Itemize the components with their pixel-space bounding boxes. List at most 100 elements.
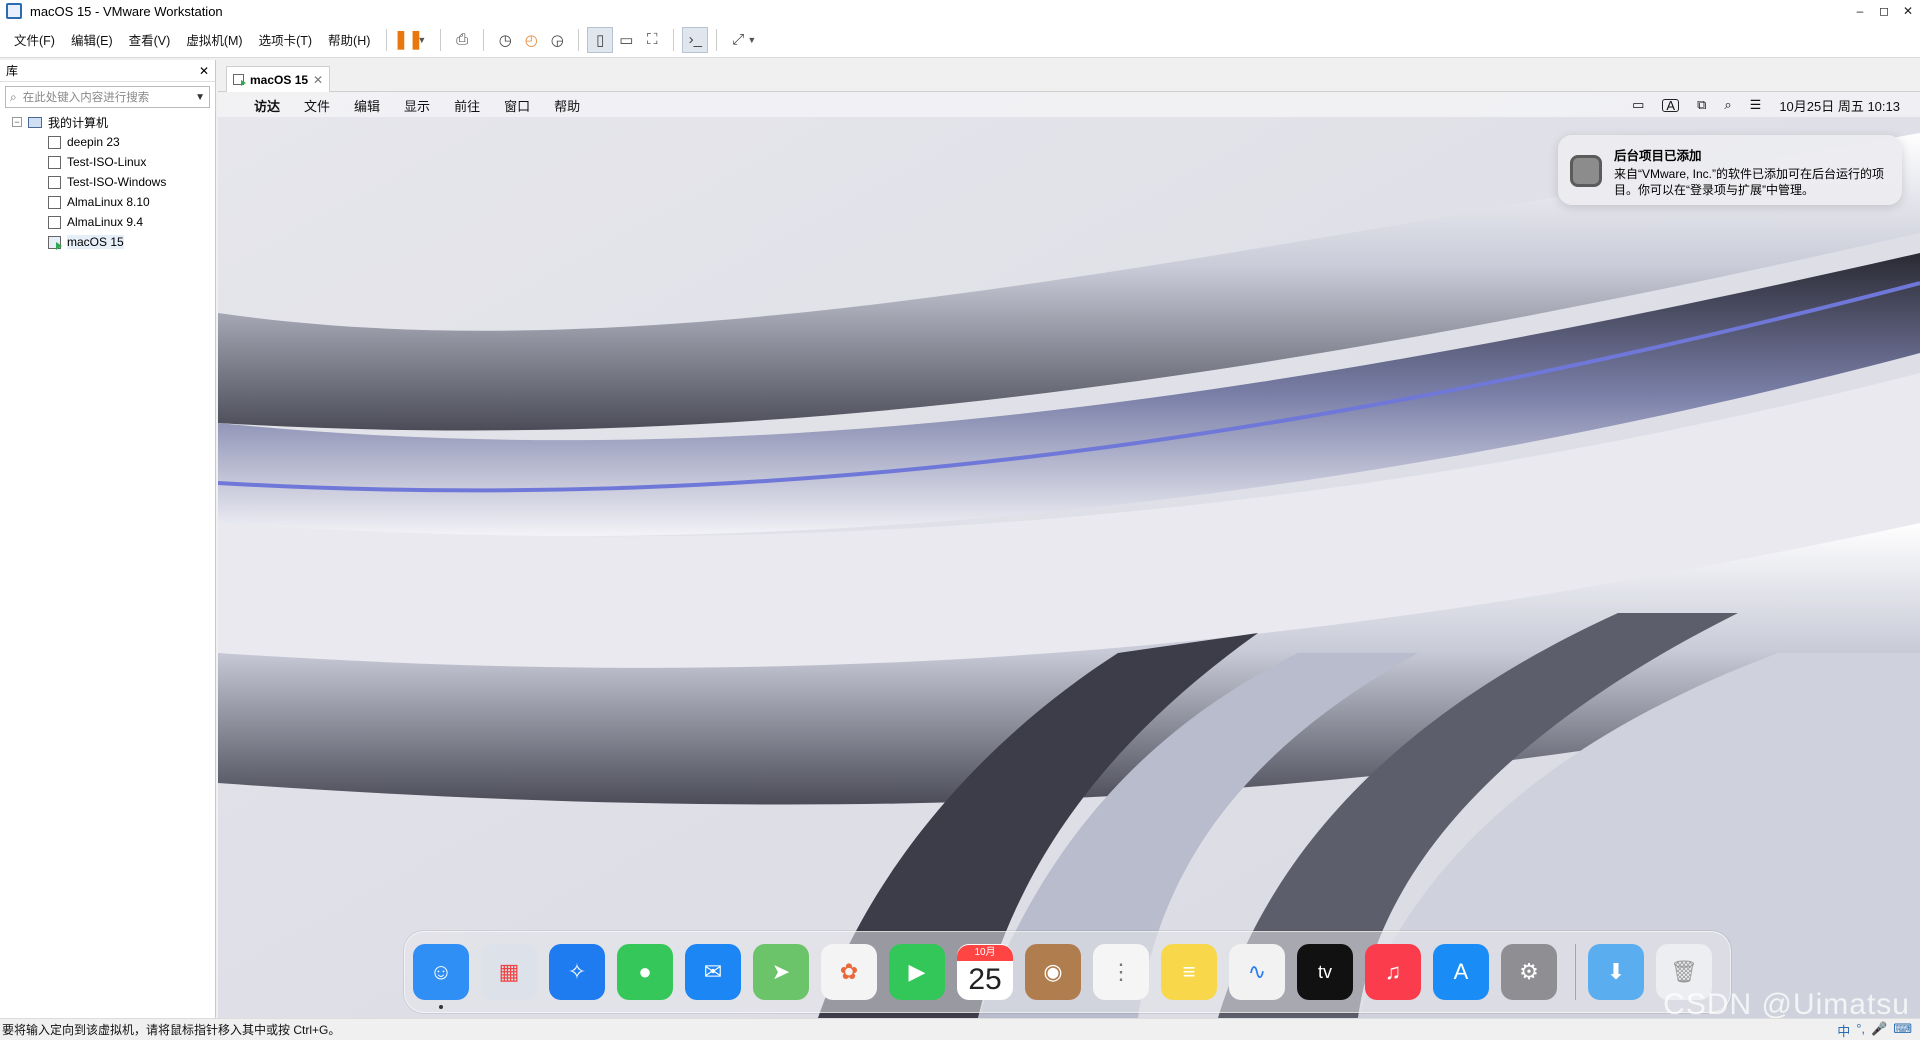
vm-tree: − 我的计算机 deepin 23 Test-ISO-Linux Test-IS… xyxy=(0,112,215,252)
window-controls: – ◻ ✕ xyxy=(1848,0,1920,22)
maximize-button[interactable]: ◻ xyxy=(1872,0,1896,22)
maps-icon[interactable]: ➤ xyxy=(753,944,809,1000)
photos-icon[interactable]: ✿ xyxy=(821,944,877,1000)
macos-dock: ☺ ▦ ✧ ● ✉ ➤ ✿ ▶ 10月 25 ◉ ⋮ ≡ ∿ tv ♫ A ⚙ … xyxy=(404,931,1731,1013)
tree-root-label: 我的计算机 xyxy=(48,115,109,130)
reminders-icon[interactable]: ⋮ xyxy=(1093,944,1149,1000)
vm-tab-strip: macOS 15 ✕ xyxy=(218,60,1920,92)
spotlight-search-icon[interactable]: ⌕ xyxy=(1724,97,1731,113)
close-button[interactable]: ✕ xyxy=(1896,0,1920,22)
macos-menu-bar: 访达 文件 编辑 显示 前往 窗口 帮助 ▭ A ⧉ ⌕ ☰ 10月25日 周五… xyxy=(218,93,1920,117)
contacts-icon[interactable]: ◉ xyxy=(1025,944,1081,1000)
vm-icon xyxy=(48,175,61,189)
tree-item-almalinux-810[interactable]: AlmaLinux 8.10 xyxy=(0,192,215,212)
music-icon[interactable]: ♫ xyxy=(1365,944,1421,1000)
vm-icon xyxy=(48,215,61,229)
console-view-icon[interactable]: ›_ xyxy=(682,26,709,53)
system-settings-icon[interactable]: ⚙ xyxy=(1501,944,1557,1000)
menu-vm[interactable]: 虚拟机(M) xyxy=(178,30,250,49)
toolbar-separator xyxy=(386,28,388,51)
finder-icon[interactable]: ☺ xyxy=(413,944,469,1009)
dock-separator xyxy=(1575,944,1576,1000)
tab-macos-15[interactable]: macOS 15 ✕ xyxy=(226,66,330,92)
screen-mirroring-icon[interactable]: ⧉ xyxy=(1697,97,1706,113)
system-settings-icon xyxy=(1570,155,1602,187)
mac-menu-file[interactable]: 文件 xyxy=(304,96,330,115)
mac-menu-edit[interactable]: 编辑 xyxy=(354,96,380,115)
library-close-icon[interactable]: ✕ xyxy=(199,64,209,78)
notes-icon[interactable]: ≡ xyxy=(1161,944,1217,1000)
messages-icon[interactable]: ● xyxy=(617,944,673,1000)
screen-record-icon[interactable]: ▭ xyxy=(1632,97,1644,113)
vm-running-icon xyxy=(233,74,246,86)
ime-chinese[interactable]: 中 xyxy=(1837,1021,1850,1040)
menu-help[interactable]: 帮助(H) xyxy=(320,30,378,49)
library-header: 库 ✕ xyxy=(0,60,215,82)
freeform-icon[interactable]: ∿ xyxy=(1229,944,1285,1000)
tab-close-icon[interactable]: ✕ xyxy=(313,73,323,87)
vm-console[interactable]: 访达 文件 编辑 显示 前往 窗口 帮助 ▭ A ⧉ ⌕ ☰ 10月25日 周五… xyxy=(218,93,1920,1018)
microphone-icon[interactable]: 🎤 xyxy=(1871,1021,1887,1040)
vm-running-icon xyxy=(48,235,62,250)
appletv-icon[interactable]: tv xyxy=(1297,944,1353,1000)
toolbar-separator xyxy=(578,28,580,51)
minimize-button[interactable]: – xyxy=(1848,0,1872,22)
show-library-icon[interactable]: ▯ xyxy=(587,26,614,53)
downloads-folder-icon[interactable]: ⬇ xyxy=(1588,944,1644,1000)
tree-item-label: AlmaLinux 9.4 xyxy=(67,215,144,229)
notification-banner[interactable]: 后台项目已添加 来自“VMware, Inc.”的软件已添加可在后台运行的项目。… xyxy=(1558,135,1902,205)
computer-icon xyxy=(28,116,42,128)
mac-menu-view[interactable]: 显示 xyxy=(404,96,430,115)
snapshot-icon[interactable]: ◷ xyxy=(492,27,518,53)
tree-item-test-iso-windows[interactable]: Test-ISO-Windows xyxy=(0,172,215,192)
mac-menu-help[interactable]: 帮助 xyxy=(554,96,580,115)
vmware-app-icon xyxy=(6,3,22,19)
mac-menu-go[interactable]: 前往 xyxy=(454,96,480,115)
tree-item-macos-15[interactable]: macOS 15 xyxy=(0,232,215,252)
running-indicator xyxy=(439,1005,443,1009)
notification-body: 来自“VMware, Inc.”的软件已添加可在后台运行的项目。你可以在“登录项… xyxy=(1614,167,1885,197)
pause-dropdown-icon[interactable]: ▼ xyxy=(417,35,426,45)
library-search-field[interactable]: ⌕ 在此处键入内容进行搜索 ▼ xyxy=(5,86,210,108)
tree-item-deepin[interactable]: deepin 23 xyxy=(0,132,215,152)
toolbar-separator xyxy=(440,28,442,51)
ime-punctuation[interactable]: °, xyxy=(1856,1021,1865,1040)
safari-icon[interactable]: ✧ xyxy=(549,944,605,1000)
tree-item-almalinux-94[interactable]: AlmaLinux 9.4 xyxy=(0,212,215,232)
menu-clock[interactable]: 10月25日 周五 10:13 xyxy=(1779,96,1900,115)
toolbar-separator xyxy=(716,28,718,51)
input-source-icon[interactable]: A xyxy=(1662,98,1680,112)
menu-file[interactable]: 文件(F) xyxy=(6,30,63,49)
mac-menu-window[interactable]: 窗口 xyxy=(504,96,530,115)
control-center-icon[interactable]: ☰ xyxy=(1750,97,1762,113)
launchpad-icon[interactable]: ▦ xyxy=(481,944,537,1000)
mail-icon[interactable]: ✉ xyxy=(685,944,741,1000)
collapse-icon[interactable]: − xyxy=(12,117,22,127)
status-text: 要将输入定向到该虚拟机，请将鼠标指针移入其中或按 Ctrl+G。 xyxy=(2,1023,341,1037)
facetime-icon[interactable]: ▶ xyxy=(889,944,945,1000)
keyboard-icon[interactable]: ⌨ xyxy=(1893,1021,1912,1040)
revert-snapshot-icon[interactable]: ◴ xyxy=(518,27,544,53)
appstore-icon[interactable]: A xyxy=(1433,944,1489,1000)
tree-item-test-iso-linux[interactable]: Test-ISO-Linux xyxy=(0,152,215,172)
tree-item-label: deepin 23 xyxy=(67,135,120,149)
tree-item-label: macOS 15 xyxy=(67,235,124,249)
menu-edit[interactable]: 编辑(E) xyxy=(63,30,121,49)
thumbnail-bar-icon[interactable]: ▭ xyxy=(613,27,639,53)
full-screen-icon[interactable]: ⛶ xyxy=(639,27,665,53)
send-ctrl-alt-del-icon[interactable]: ⎙ xyxy=(449,27,475,53)
search-dropdown-icon[interactable]: ▼ xyxy=(195,92,205,103)
vm-icon xyxy=(48,195,61,209)
tree-item-label: AlmaLinux 8.10 xyxy=(67,195,150,209)
tree-root-my-computer[interactable]: − 我的计算机 xyxy=(0,112,215,132)
mac-menu-finder[interactable]: 访达 xyxy=(254,96,280,115)
menu-view[interactable]: 查看(V) xyxy=(121,30,179,49)
stretch-dropdown-icon[interactable]: ▼ xyxy=(747,35,756,45)
snapshot-manager-icon[interactable]: ◶ xyxy=(544,27,570,53)
menu-tabs[interactable]: 选项卡(T) xyxy=(251,30,320,49)
library-title: 库 xyxy=(6,64,19,78)
vm-icon xyxy=(48,135,61,149)
calendar-icon[interactable]: 10月 25 xyxy=(957,944,1013,1000)
vm-icon xyxy=(48,155,61,169)
menu-toolbar: 文件(F) 编辑(E) 查看(V) 虚拟机(M) 选项卡(T) 帮助(H) ❚❚… xyxy=(0,22,1920,58)
